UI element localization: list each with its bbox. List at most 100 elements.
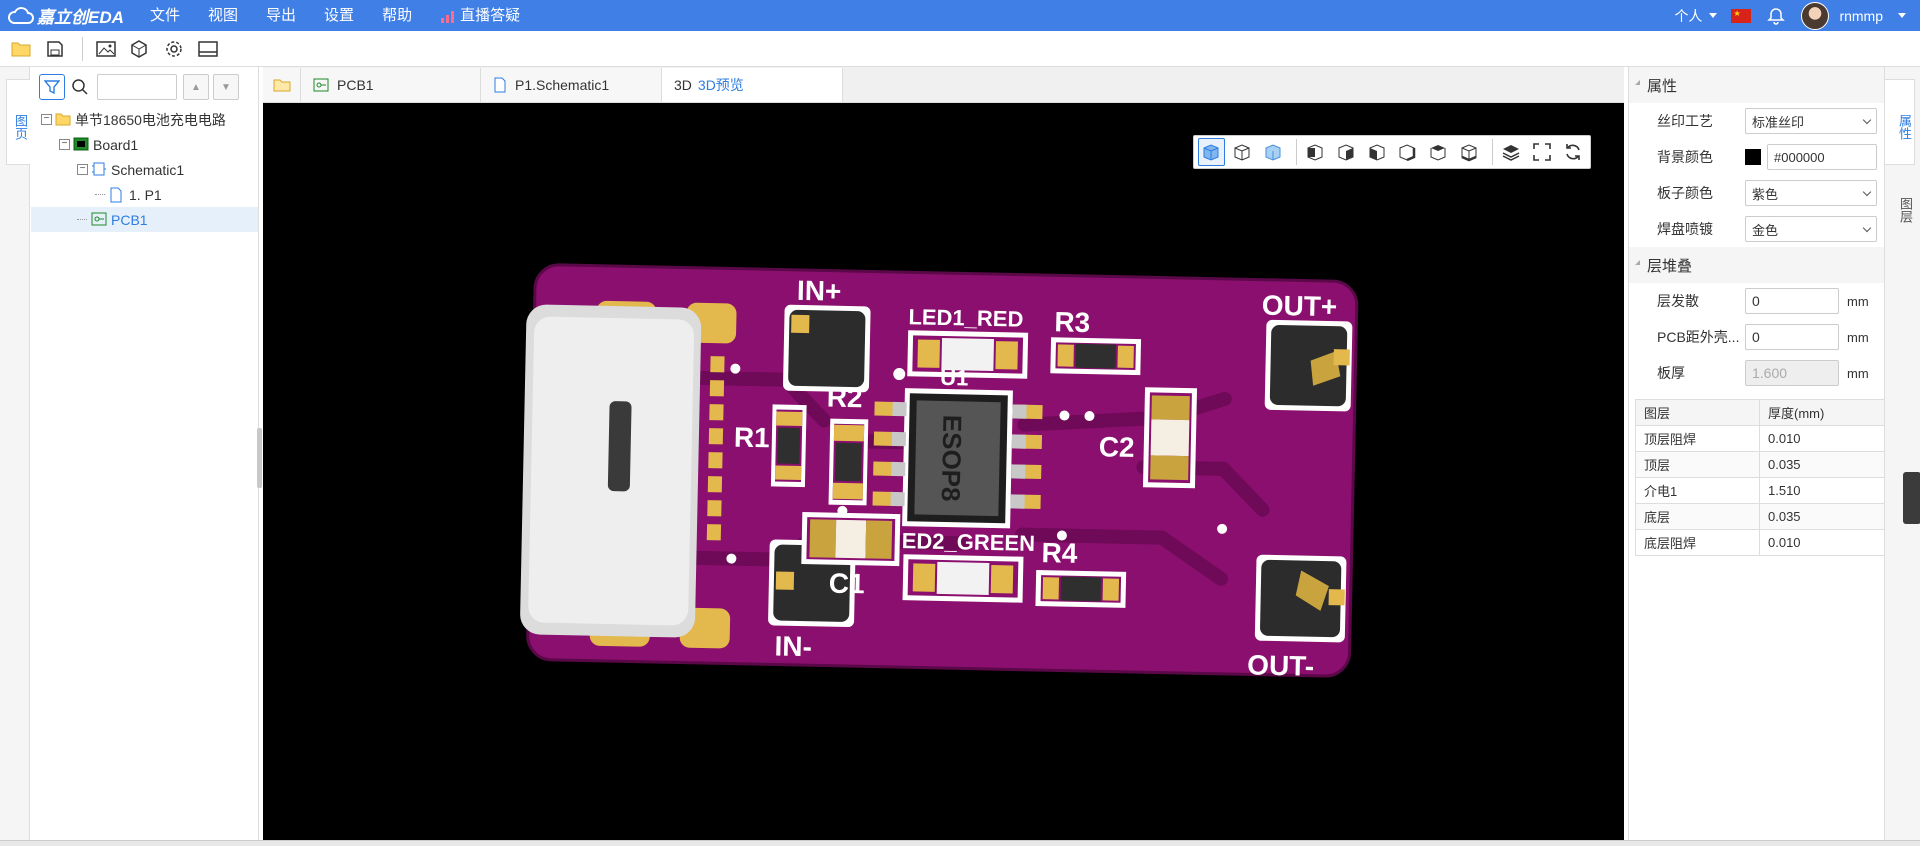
chevron-down-icon <box>1862 187 1872 196</box>
panel-splitter[interactable] <box>257 428 262 488</box>
collapse-icon[interactable]: − <box>59 139 70 150</box>
tab-3d-preview-label: 3D预览 <box>697 77 744 93</box>
table-row[interactable]: 底层阻焊 0.010 <box>1635 529 1885 556</box>
chevron-down-icon: ▼ <box>221 81 231 93</box>
thickness-input: 1.600 <box>1745 360 1839 386</box>
tab-pages[interactable]: 图页 <box>6 79 30 165</box>
app-logo[interactable]: 嘉立创EDA <box>0 3 136 28</box>
export-3d-button[interactable] <box>125 35 155 63</box>
table-row[interactable]: 顶层 0.035 <box>1635 451 1885 478</box>
led2-green <box>902 554 1024 603</box>
tree-item-schematic[interactable]: − Schematic1 <box>31 157 258 182</box>
table-row[interactable]: 底层 0.035 <box>1635 503 1885 530</box>
tab-pcb1[interactable]: PCB1 <box>301 68 481 102</box>
3d-viewport[interactable]: ESOP8 IN+ IN- OUT+ OUT- LED1_RED ED2_GRE… <box>263 103 1624 846</box>
spread-input[interactable]: 0 <box>1745 288 1839 314</box>
collapsed-panel-handle[interactable] <box>1903 472 1920 524</box>
username[interactable]: rnmmp <box>1839 8 1883 24</box>
pcb-outside-label: PCB距外壳... <box>1657 329 1740 345</box>
layer-name-cell: 介电1 <box>1635 477 1760 504</box>
export-image-button[interactable] <box>91 35 121 63</box>
tree-board-label: Board1 <box>93 136 139 153</box>
tab-layers[interactable]: 图层 <box>1885 175 1915 235</box>
tree-item-project[interactable]: − 单节18650电池充电电路 <box>31 107 258 132</box>
pcb-outside-unit: mm <box>1847 329 1869 345</box>
tab-3d-icon: 3D <box>674 77 692 93</box>
plating-select[interactable]: 金色 <box>1745 216 1877 242</box>
table-row[interactable]: 介电1 1.510 <box>1635 477 1885 504</box>
page-icon <box>493 77 507 93</box>
tree-project-label: 单节18650电池充电电路 <box>75 111 226 128</box>
panel-icon <box>198 40 218 57</box>
pcb-icon <box>91 212 107 228</box>
image-icon <box>96 40 116 57</box>
bell-icon[interactable] <box>1767 7 1786 25</box>
prop-plating: 焊盘喷镀 金色 <box>1629 211 1884 247</box>
china-flag-icon[interactable] <box>1731 8 1752 23</box>
personal-dropdown[interactable]: 个人 <box>1674 6 1718 26</box>
chevron-up-icon: ▲ <box>191 81 201 93</box>
user-caret-icon[interactable] <box>1898 13 1906 18</box>
thickness-unit: mm <box>1847 365 1869 381</box>
layer-thickness-cell[interactable]: 0.010 <box>1759 529 1885 556</box>
open-folder-button[interactable] <box>6 35 36 63</box>
layer-thickness-cell[interactable]: 1.510 <box>1759 477 1885 504</box>
status-bar <box>0 840 1920 846</box>
silkscreen-select[interactable]: 标准丝印 <box>1745 108 1877 134</box>
avatar[interactable] <box>1801 1 1830 30</box>
save-icon <box>47 40 63 57</box>
filter-button[interactable] <box>39 74 65 100</box>
stackup-section-title[interactable]: 层堆叠 <box>1629 247 1884 283</box>
top-bar: 嘉立创EDA 文件 视图 导出 设置 帮助 直播答疑 个人 rnmmp <box>0 0 1920 31</box>
collapse-icon[interactable]: − <box>41 114 52 125</box>
page-icon <box>109 187 125 203</box>
settings-button[interactable] <box>159 35 189 63</box>
silkscreen-value: 标准丝印 <box>1752 114 1805 130</box>
tree-search-bar: ▲ ▼ <box>31 67 258 107</box>
properties-panel: 属性 丝印工艺 标准丝印 背景颜色 #000000 板子颜色 紫色 焊盘喷镀 金… <box>1628 67 1885 846</box>
tab-folder[interactable] <box>263 68 301 102</box>
color-swatch[interactable] <box>1745 149 1761 165</box>
properties-section-title[interactable]: 属性 <box>1629 67 1884 103</box>
signal-bars-icon <box>441 10 455 23</box>
tree-item-page[interactable]: 1. P1 <box>31 182 258 207</box>
panel-toggle-button[interactable] <box>193 35 223 63</box>
label-r2: R2 <box>826 382 862 414</box>
bg-color-input[interactable]: #000000 <box>1767 144 1877 170</box>
previous-match-button[interactable]: ▲ <box>183 74 209 100</box>
layer-name-cell: 顶层阻焊 <box>1635 425 1760 452</box>
search-icon[interactable] <box>69 76 91 98</box>
tree-item-board[interactable]: − Board1 <box>31 132 258 157</box>
board-icon <box>73 137 89 153</box>
table-header-row: 图层 厚度(mm) <box>1635 399 1885 426</box>
layer-thickness-cell[interactable]: 0.010 <box>1759 425 1885 452</box>
folder-icon <box>273 79 290 92</box>
tab-properties[interactable]: 属性 <box>1885 79 1915 165</box>
menu-live-qa[interactable]: 直播答疑 <box>426 0 534 31</box>
menu-file[interactable]: 文件 <box>136 0 194 31</box>
table-row[interactable]: 顶层阻焊 0.010 <box>1635 425 1885 452</box>
menu-view[interactable]: 视图 <box>194 0 252 31</box>
menu-settings[interactable]: 设置 <box>310 0 368 31</box>
layer-thickness-cell[interactable]: 0.035 <box>1759 451 1885 478</box>
tab-schematic[interactable]: P1.Schematic1 <box>481 68 662 102</box>
tab-3d-preview[interactable]: 3D 3D预览 <box>662 68 843 102</box>
layer-name-cell: 底层阻焊 <box>1635 529 1760 556</box>
next-match-button[interactable]: ▼ <box>213 74 239 100</box>
label-u1: U1 <box>940 365 969 391</box>
tree-search-input[interactable] <box>97 74 177 100</box>
collapse-icon[interactable]: − <box>77 164 88 175</box>
board-color-select[interactable]: 紫色 <box>1745 180 1877 206</box>
document-tabs: PCB1 P1.Schematic1 3D 3D预览 <box>263 67 1624 103</box>
layer-thickness-cell[interactable]: 0.035 <box>1759 503 1885 530</box>
tree-item-pcb[interactable]: PCB1 <box>31 207 258 232</box>
menu-help[interactable]: 帮助 <box>368 0 426 31</box>
pcb-outside-input[interactable]: 0 <box>1745 324 1839 350</box>
pcb-icon <box>313 78 329 92</box>
menu-export[interactable]: 导出 <box>252 0 310 31</box>
layer-name-cell: 顶层 <box>1635 451 1760 478</box>
capacitor-c1 <box>801 512 901 567</box>
filter-icon <box>44 80 60 95</box>
plating-value: 金色 <box>1752 222 1779 238</box>
save-button[interactable] <box>40 35 70 63</box>
